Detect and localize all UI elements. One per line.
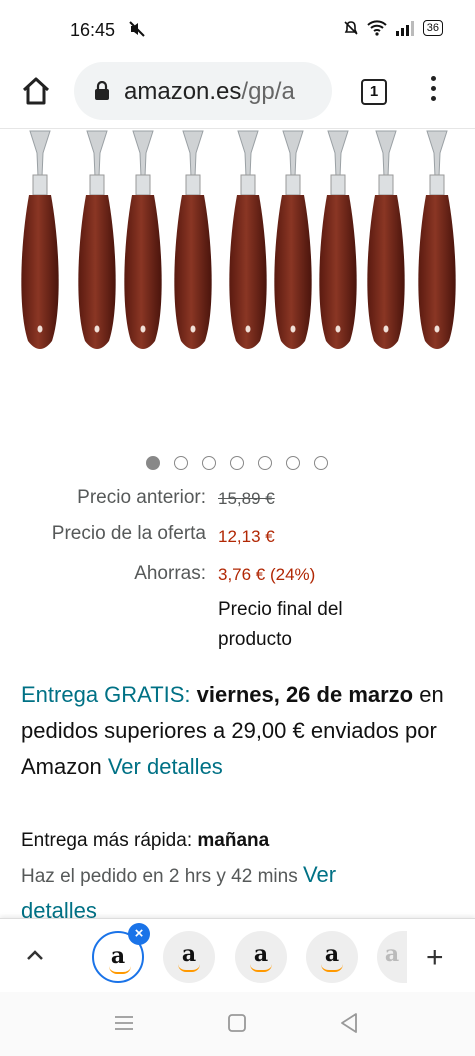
url-text: amazon.es/gp/a xyxy=(124,78,295,106)
tab-thumbnail-partial[interactable]: a xyxy=(377,931,407,983)
overflow-menu-icon[interactable] xyxy=(428,74,438,108)
carousel-dot[interactable] xyxy=(202,456,216,470)
palette-knife xyxy=(367,130,405,349)
delivery-date: viernes, 26 de marzo xyxy=(196,682,414,707)
palette-knife xyxy=(174,130,212,349)
system-icons: 36 xyxy=(343,20,443,36)
system-nav-bar xyxy=(0,992,475,1056)
home-nav-icon[interactable] xyxy=(227,1013,247,1038)
home-icon[interactable] xyxy=(20,75,52,107)
carousel-dot[interactable] xyxy=(314,456,328,470)
palette-knife xyxy=(319,130,357,349)
offer-price-value: 12,13 € xyxy=(218,527,275,546)
bell-muted-icon xyxy=(344,21,358,35)
url-path: /gp/a xyxy=(241,78,295,105)
tab-strip: a × a a a a + xyxy=(0,918,475,992)
carousel-dot[interactable] xyxy=(258,456,272,470)
mute-icon xyxy=(128,20,146,43)
palette-knife xyxy=(418,130,456,349)
tab-thumbnail[interactable]: a xyxy=(306,931,358,983)
recent-apps-icon[interactable] xyxy=(113,1014,135,1037)
fast-details-link-part1[interactable]: Ver xyxy=(303,862,336,887)
savings-value: 3,76 € (24%) xyxy=(218,565,316,584)
fast-delivery-day: mañana xyxy=(197,830,270,851)
carousel-dot[interactable] xyxy=(286,456,300,470)
free-delivery-label: Entrega GRATIS: xyxy=(21,682,191,707)
signal-icon xyxy=(395,21,414,36)
delivery-info: Entrega GRATIS: viernes, 26 de marzo en … xyxy=(21,677,451,785)
order-within-text: Haz el pedido en 2 hrs y 42 mins xyxy=(21,866,298,887)
browser-toolbar: amazon.es/gp/a 1 xyxy=(0,58,475,128)
palette-knife xyxy=(78,130,116,349)
carousel-dot[interactable] xyxy=(146,456,160,470)
tab-switcher-button[interactable]: 1 xyxy=(361,79,387,105)
final-price-note: Precio final del producto xyxy=(218,599,343,650)
carousel-dot[interactable] xyxy=(230,456,244,470)
wifi-icon xyxy=(367,20,387,36)
palette-knife xyxy=(124,130,162,349)
previous-price-value: 15,89 € xyxy=(218,489,275,508)
previous-price-label: Precio anterior: xyxy=(77,487,206,508)
palette-knife xyxy=(229,130,267,349)
delivery-details-link[interactable]: Ver detalles xyxy=(108,754,223,779)
image-carousel-dots xyxy=(146,456,328,470)
palette-knife xyxy=(274,130,312,349)
clock: 16:45 xyxy=(70,20,116,40)
carousel-dot[interactable] xyxy=(174,456,188,470)
tab-thumbnail-active[interactable]: a × xyxy=(92,923,150,983)
palette-knife xyxy=(21,130,59,349)
close-tab-icon[interactable]: × xyxy=(128,923,150,945)
url-host: amazon.es xyxy=(124,78,242,105)
product-image[interactable] xyxy=(0,128,475,438)
status-bar: 16:45 36 xyxy=(0,0,475,58)
address-bar[interactable]: amazon.es/gp/a xyxy=(74,62,332,120)
new-tab-button[interactable]: + xyxy=(426,941,444,975)
lock-icon xyxy=(94,80,110,106)
fast-delivery-info: Entrega más rápida: mañana Haz el pedido… xyxy=(21,824,461,928)
tab-thumbnail[interactable]: a xyxy=(235,931,287,983)
tab-thumbnail[interactable]: a xyxy=(163,931,215,983)
palette-knives-illustration xyxy=(21,130,456,349)
offer-price-label: Precio de la oferta xyxy=(51,523,206,544)
chevron-up-icon[interactable] xyxy=(24,945,46,972)
back-nav-icon[interactable] xyxy=(339,1012,359,1039)
battery-icon: 36 xyxy=(422,20,443,36)
fast-delivery-label: Entrega más rápida: xyxy=(21,830,193,851)
savings-label: Ahorras: xyxy=(134,563,206,584)
amazon-logo-icon: a xyxy=(384,941,400,967)
